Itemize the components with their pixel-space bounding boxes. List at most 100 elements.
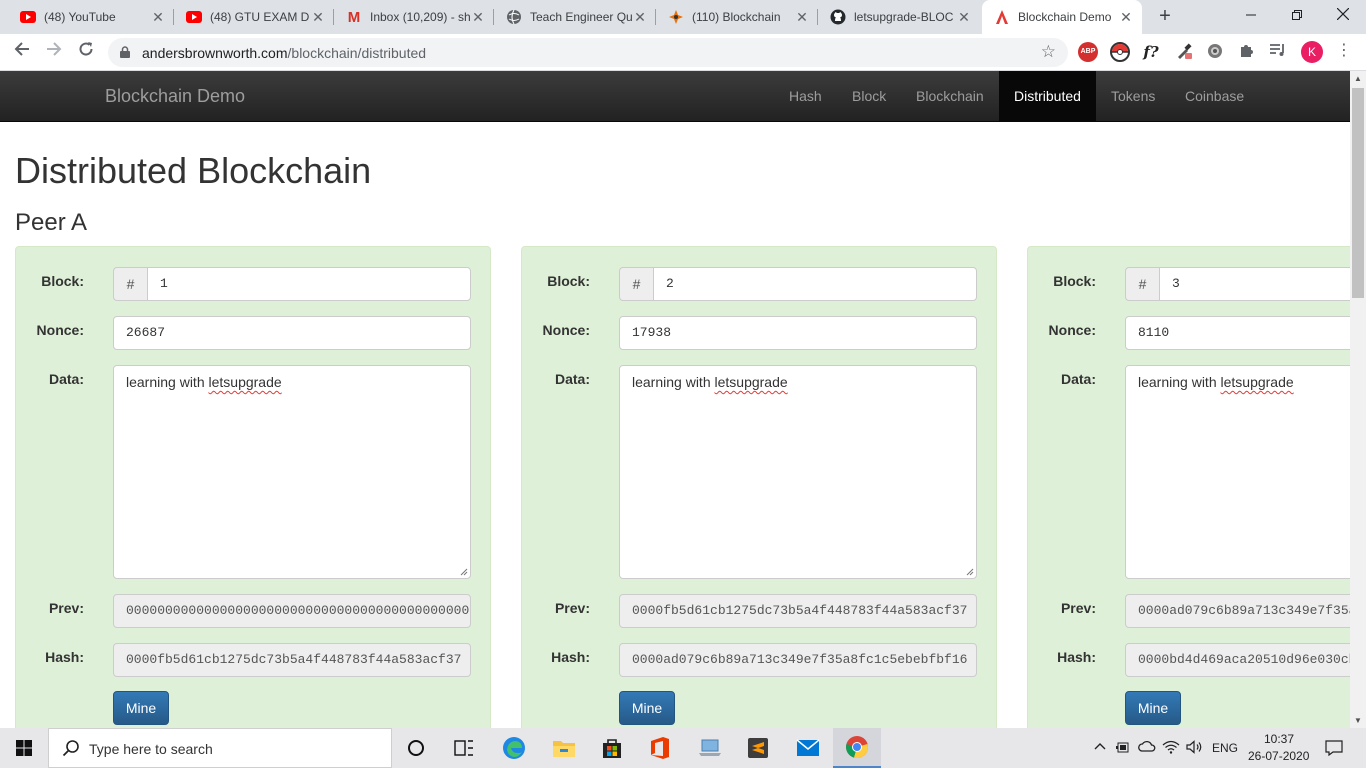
edge-icon	[503, 737, 525, 759]
adblock-icon[interactable]: ABP	[1078, 42, 1098, 62]
tab-youtube[interactable]: (48) YouTube ✕	[8, 0, 174, 34]
nonce-input[interactable]: 8110	[1125, 316, 1350, 350]
profile-avatar[interactable]: K	[1301, 41, 1323, 63]
peer-title: Peer A	[15, 209, 88, 236]
notifications-icon[interactable]	[1324, 740, 1344, 757]
back-button[interactable]	[10, 40, 34, 64]
scroll-up-icon[interactable]: ▲	[1350, 74, 1366, 83]
data-textarea[interactable]: learning with letsupgrade	[1125, 365, 1350, 579]
windows-taskbar: Type here to search ENG 10:37 26-07-2020	[0, 728, 1366, 768]
store-icon	[603, 739, 621, 758]
nav-tokens[interactable]: Tokens	[1096, 71, 1170, 121]
resize-grip-icon[interactable]	[965, 567, 974, 576]
tab-teach-engineer[interactable]: Teach Engineer Qu ✕	[494, 0, 656, 34]
office-icon	[651, 737, 669, 759]
data-textarea[interactable]: learning with letsupgrade	[619, 365, 977, 579]
mine-button[interactable]: Mine	[113, 691, 169, 725]
taskbar-mail[interactable]	[784, 728, 832, 768]
taskbar-laptop-app[interactable]	[686, 728, 734, 768]
clock-time[interactable]: 10:37	[1264, 732, 1294, 746]
site-brand[interactable]: Blockchain Demo	[105, 86, 245, 107]
eyedropper-extension-icon[interactable]	[1174, 42, 1194, 62]
onedrive-cloud-icon[interactable]	[1138, 740, 1156, 756]
minimize-button[interactable]	[1228, 0, 1274, 32]
nav-hash[interactable]: Hash	[774, 71, 837, 121]
media-queue-icon[interactable]	[1268, 42, 1288, 62]
sublime-text-icon	[748, 738, 768, 758]
youtube-icon	[20, 9, 36, 25]
close-icon[interactable]: ✕	[310, 9, 326, 26]
address-bar[interactable]: andersbrownworth.com/blockchain/distribu…	[108, 38, 1068, 67]
task-view-button[interactable]	[440, 728, 488, 768]
bookmark-star-icon[interactable]: ☆	[1041, 42, 1056, 62]
hash-label: Hash:	[1057, 649, 1096, 665]
data-textarea[interactable]: learning with letsupgrade	[113, 365, 471, 579]
tab-gtu-exam[interactable]: (48) GTU EXAM DE ✕	[174, 0, 334, 34]
mine-button[interactable]: Mine	[1125, 691, 1181, 725]
minimize-icon	[1246, 14, 1256, 16]
block-number-input[interactable]: 3	[1159, 267, 1350, 301]
show-hidden-icons-chevron-icon[interactable]	[1091, 740, 1109, 756]
new-tab-button[interactable]: +	[1154, 5, 1176, 27]
taskbar-store[interactable]	[588, 728, 636, 768]
taskbar-file-explorer[interactable]	[540, 728, 588, 768]
volume-icon[interactable]	[1186, 740, 1204, 756]
reload-button[interactable]	[74, 40, 98, 64]
block-label: Block:	[547, 273, 590, 289]
block-card-3: Block: # 3 Nonce: 8110 Data: learning wi…	[1027, 246, 1350, 728]
close-icon[interactable]: ✕	[956, 9, 972, 26]
taskbar-edge[interactable]	[490, 728, 538, 768]
hash-sign-addon: #	[113, 267, 147, 301]
nav-blockchain[interactable]: Blockchain	[901, 71, 999, 121]
close-window-button[interactable]	[1320, 0, 1366, 32]
close-icon[interactable]: ✕	[150, 9, 166, 26]
nonce-input[interactable]: 26687	[113, 316, 471, 350]
nonce-label: Nonce:	[542, 322, 590, 338]
block-number-input[interactable]: 2	[653, 267, 977, 301]
tab-blockchain-demo[interactable]: Blockchain Demo ✕	[982, 0, 1142, 34]
restore-button[interactable]	[1274, 0, 1320, 32]
close-icon[interactable]: ✕	[794, 9, 810, 26]
tab-gmail[interactable]: M Inbox (10,209) - sh ✕	[334, 0, 494, 34]
tab-title: Inbox (10,209) - sh	[370, 10, 470, 24]
mine-button[interactable]: Mine	[619, 691, 675, 725]
scroll-down-icon[interactable]: ▼	[1350, 716, 1366, 725]
nav-coinbase[interactable]: Coinbase	[1170, 71, 1259, 121]
clock-date[interactable]: 26-07-2020	[1248, 749, 1309, 763]
page-scrollbar[interactable]: ▲ ▼	[1350, 71, 1366, 728]
tab-title: (48) YouTube	[44, 10, 116, 24]
block-number-input[interactable]: 1	[147, 267, 471, 301]
taskbar-sublime-text[interactable]	[734, 728, 782, 768]
data-label: Data:	[1060, 371, 1096, 387]
cortana-button[interactable]	[392, 728, 440, 768]
forward-button[interactable]	[42, 40, 66, 64]
block-label: Block:	[41, 273, 84, 289]
blockchain-favicon-icon	[668, 9, 684, 25]
block-number-group: # 2	[619, 267, 977, 301]
wifi-icon[interactable]	[1162, 740, 1180, 756]
tab-github[interactable]: letsupgrade-BLOC ✕	[818, 0, 980, 34]
taskbar-chrome[interactable]	[833, 728, 881, 768]
close-icon	[1336, 7, 1350, 21]
gear-extension-icon[interactable]	[1205, 42, 1225, 62]
start-button[interactable]	[0, 728, 48, 768]
pokeball-extension-icon[interactable]	[1110, 42, 1130, 62]
nav-block[interactable]: Block	[837, 71, 901, 121]
block-card-2: Block: # 2 Nonce: 17938 Data: learning w…	[521, 246, 997, 728]
nonce-input[interactable]: 17938	[619, 316, 977, 350]
battery-icon[interactable]	[1114, 740, 1132, 756]
scrollbar-thumb[interactable]	[1352, 88, 1364, 298]
formula-extension-icon[interactable]: f?	[1141, 42, 1161, 62]
more-menu-icon[interactable]: ⋮	[1336, 40, 1352, 60]
taskbar-office[interactable]	[636, 728, 684, 768]
close-icon[interactable]: ✕	[632, 9, 648, 26]
resize-grip-icon[interactable]	[459, 567, 468, 576]
close-icon[interactable]: ✕	[1118, 9, 1134, 26]
language-indicator[interactable]: ENG	[1212, 741, 1238, 755]
nav-distributed[interactable]: Distributed	[999, 71, 1096, 121]
puzzle-extensions-icon[interactable]	[1237, 42, 1257, 62]
browser-tab-strip: (48) YouTube ✕ (48) GTU EXAM DE ✕ M Inbo…	[0, 0, 1366, 34]
close-icon[interactable]: ✕	[470, 9, 486, 26]
taskbar-search-box[interactable]: Type here to search	[48, 728, 392, 768]
tab-blockchain-video[interactable]: (110) Blockchain ✕	[656, 0, 818, 34]
